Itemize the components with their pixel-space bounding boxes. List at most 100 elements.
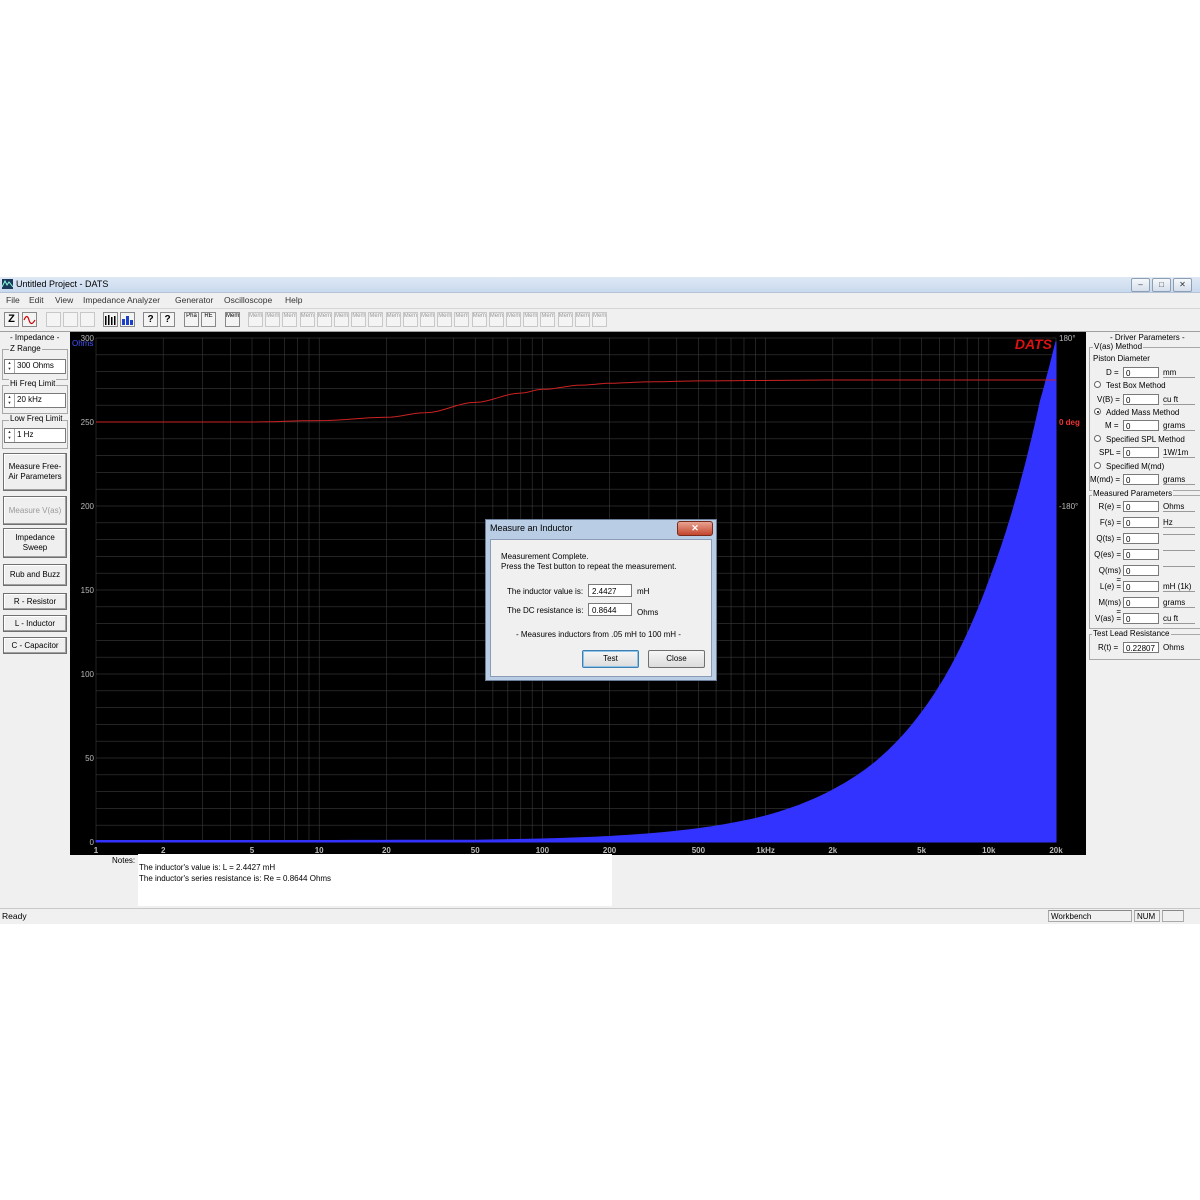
menu-impedance-analyzer[interactable]: Impedance Analyzer xyxy=(83,295,160,305)
minimize-button[interactable]: – xyxy=(1131,278,1150,292)
test-lead-title: Test Lead Resistance xyxy=(1092,629,1171,638)
menu-file[interactable]: File xyxy=(6,295,20,305)
close-window-button[interactable]: ✕ xyxy=(1173,278,1192,292)
hi-freq-spinner[interactable]: ▲ ▼ 20 kHz xyxy=(4,393,66,408)
notes-textbox[interactable]: The inductor's value is: L = 2.4427 mH T… xyxy=(138,854,612,906)
close-button[interactable]: Close xyxy=(648,650,705,668)
y-tick-label: 200 xyxy=(81,502,95,511)
memory-slot-button[interactable]: Mem xyxy=(437,312,453,327)
impedance-sweep-button[interactable]: Impedance Sweep xyxy=(3,528,67,558)
measured-param-field[interactable]: 0 xyxy=(1123,613,1159,624)
bar-graph-icon[interactable] xyxy=(103,312,118,327)
test-box-label: Test Box Method xyxy=(1106,381,1166,390)
inductor-button[interactable]: L - Inductor xyxy=(3,615,67,632)
memory-slot-button[interactable]: Mem xyxy=(592,312,607,327)
lr-in-icon[interactable] xyxy=(80,312,95,327)
mem-write-button[interactable]: Mem xyxy=(225,312,240,327)
notes-area: Notes: The inductor's value is: L = 2.44… xyxy=(110,854,612,906)
memory-slot-button[interactable]: Mem xyxy=(316,312,332,327)
app-logo-icon xyxy=(2,279,13,289)
memory-slot-button[interactable]: Mem xyxy=(471,312,487,327)
impedance-mode-button[interactable]: Z xyxy=(4,312,19,327)
l-in-icon[interactable] xyxy=(46,312,61,327)
memory-slot-button[interactable]: Mem xyxy=(523,312,539,327)
waveform-icon[interactable] xyxy=(22,312,37,327)
measured-param-field[interactable]: 0 xyxy=(1123,581,1159,592)
phase-button[interactable]: Pha xyxy=(184,312,199,327)
rub-and-buzz-button[interactable]: Rub and Buzz xyxy=(3,564,67,586)
memory-slot-button[interactable]: Mem xyxy=(540,312,556,327)
dialog-message-2: Press the Test button to repeat the meas… xyxy=(501,562,677,571)
y-tick-label: 50 xyxy=(85,754,94,763)
re-button[interactable]: RE xyxy=(201,312,216,327)
measured-param-field[interactable]: 0 xyxy=(1123,597,1159,608)
memory-slot-button[interactable]: Mem xyxy=(488,312,504,327)
measured-param-label: F(s) = xyxy=(1099,518,1121,527)
m-field[interactable]: 0 xyxy=(1123,420,1159,431)
memory-slot-button[interactable]: Mem xyxy=(248,312,263,327)
menu-oscilloscope[interactable]: Oscilloscope xyxy=(224,295,272,305)
mmd-field[interactable]: 0 xyxy=(1123,474,1159,485)
memory-slot-button[interactable]: Mem xyxy=(334,312,349,327)
status-empty-cell xyxy=(1162,910,1184,922)
z-range-spinner[interactable]: ▲ ▼ 300 Ohms xyxy=(4,359,66,374)
resistor-button[interactable]: R - Resistor xyxy=(3,593,67,610)
measure-free-air-button[interactable]: Measure Free-Air Parameters xyxy=(3,453,67,491)
low-freq-spinner[interactable]: ▲ ▼ 1 Hz xyxy=(4,428,66,443)
capacitor-button[interactable]: C - Capacitor xyxy=(3,637,67,654)
measured-param-field[interactable]: 0 xyxy=(1123,565,1159,576)
status-ready: Ready xyxy=(2,911,27,921)
context-help-icon[interactable]: ? xyxy=(160,312,175,327)
memory-slot-button[interactable]: Mem xyxy=(420,312,435,327)
memory-slot-button[interactable]: Mem xyxy=(351,312,367,327)
added-mass-radio[interactable] xyxy=(1094,408,1101,415)
memory-slot-button[interactable]: Mem xyxy=(402,312,418,327)
x-tick-label: 2k xyxy=(828,846,837,855)
help-icon[interactable]: ? xyxy=(143,312,158,327)
measure-vas-button[interactable]: Measure V(as) xyxy=(3,496,67,525)
dialog-close-icon[interactable]: ✕ xyxy=(677,521,713,536)
measured-param-field[interactable]: 0 xyxy=(1123,501,1159,512)
menu-edit[interactable]: Edit xyxy=(29,295,44,305)
right-axis-label: 0 deg xyxy=(1059,418,1080,427)
blue-graph-icon[interactable] xyxy=(120,312,135,327)
memory-slot-button[interactable]: Mem xyxy=(557,312,573,327)
memory-slot-button[interactable]: Mem xyxy=(282,312,298,327)
memory-slot-button[interactable]: Mem xyxy=(385,312,401,327)
vb-field[interactable]: 0 xyxy=(1123,394,1159,405)
test-box-radio[interactable] xyxy=(1094,381,1101,388)
d-field[interactable]: 0 xyxy=(1123,367,1159,378)
menu-bar: File Edit View Impedance Analyzer Genera… xyxy=(0,293,1200,307)
memory-slot-button[interactable]: Mem xyxy=(265,312,281,327)
rt-field[interactable]: 0.22807 xyxy=(1123,642,1159,653)
menu-generator[interactable]: Generator xyxy=(175,295,213,305)
menu-help[interactable]: Help xyxy=(285,295,302,305)
memory-slot-button[interactable]: Mem xyxy=(506,312,521,327)
spl-field[interactable]: 0 xyxy=(1123,447,1159,458)
measured-param-field[interactable]: 0 xyxy=(1123,517,1159,528)
title-bar: Untitled Project - DATS – □ ✕ xyxy=(0,277,1200,293)
memory-slot-button[interactable]: Mem xyxy=(574,312,590,327)
measured-param-field[interactable]: 0 xyxy=(1123,549,1159,560)
z-range-label: Z Range xyxy=(9,344,42,353)
dc-resistance-field: 0.8644 xyxy=(588,603,632,616)
status-workbench: Workbench xyxy=(1048,910,1132,922)
spinner-arrows-icon[interactable]: ▲ ▼ xyxy=(5,429,15,442)
mmd-method-label: Specified M(md) xyxy=(1106,462,1165,471)
maximize-button[interactable]: □ xyxy=(1152,278,1171,292)
m-unit: grams xyxy=(1163,421,1195,431)
spl-method-radio[interactable] xyxy=(1094,435,1101,442)
r-in-icon[interactable] xyxy=(63,312,78,327)
x-tick-label: 1 xyxy=(94,846,99,855)
test-button[interactable]: Test xyxy=(582,650,639,668)
memory-slot-button[interactable]: Mem xyxy=(454,312,470,327)
dc-resistance-label: The DC resistance is: xyxy=(507,606,584,615)
spinner-arrows-icon[interactable]: ▲ ▼ xyxy=(5,394,15,407)
piston-diameter-label: Piston Diameter xyxy=(1093,354,1150,363)
menu-view[interactable]: View xyxy=(55,295,73,305)
mmd-method-radio[interactable] xyxy=(1094,462,1101,469)
measured-param-field[interactable]: 0 xyxy=(1123,533,1159,544)
spinner-arrows-icon[interactable]: ▲ ▼ xyxy=(5,360,15,373)
memory-slot-button[interactable]: Mem xyxy=(299,312,315,327)
memory-slot-button[interactable]: Mem xyxy=(368,312,384,327)
